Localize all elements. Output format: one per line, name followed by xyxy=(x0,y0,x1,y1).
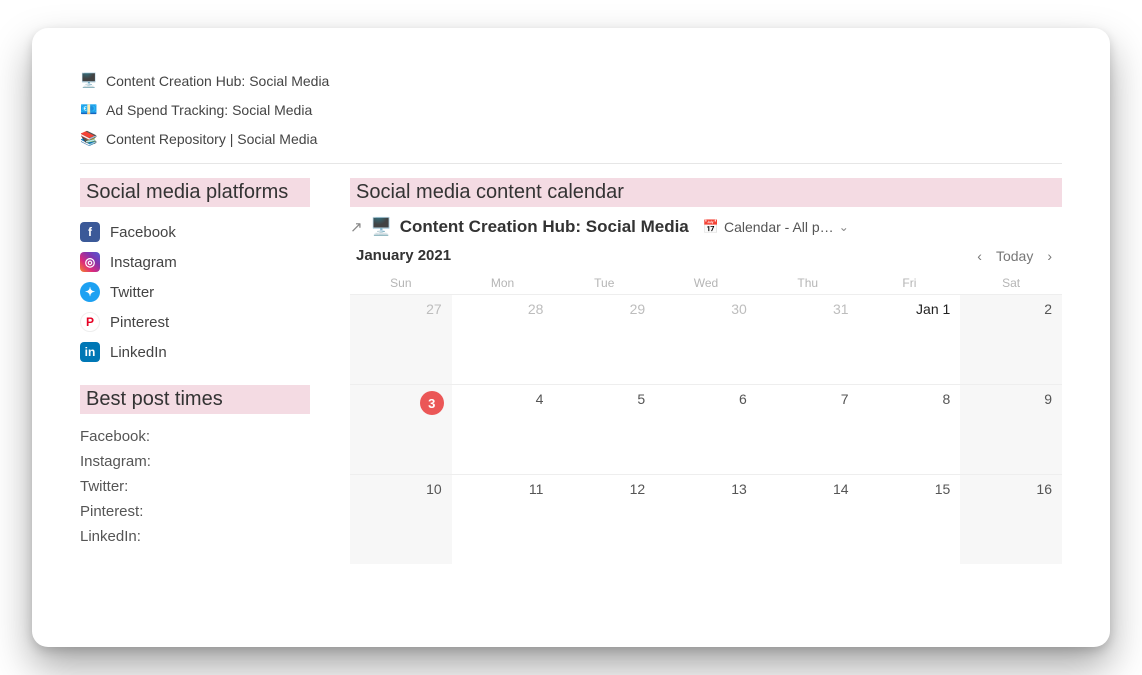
calendar-cell[interactable]: 6 xyxy=(655,384,757,474)
weekday-label: Mon xyxy=(452,272,554,294)
chevron-down-icon: ⌄ xyxy=(839,220,849,234)
platform-label: Facebook xyxy=(110,224,176,241)
divider xyxy=(80,163,1062,164)
instagram-icon: ◎ xyxy=(80,252,100,272)
best-time-item: Pinterest: xyxy=(80,499,310,524)
platform-label: LinkedIn xyxy=(110,344,167,361)
books-icon: 📚 xyxy=(80,130,98,147)
calendar-cell[interactable]: 31 xyxy=(757,294,859,384)
twitter-icon: ✦ xyxy=(80,282,100,302)
calendar-cell[interactable]: 3 xyxy=(350,384,452,474)
calendar-cell[interactable]: 28 xyxy=(452,294,554,384)
calendar-cell[interactable]: 16 xyxy=(960,474,1062,564)
linkedin-icon: in xyxy=(80,342,100,362)
calendar-nav: ‹ Today › xyxy=(977,248,1062,264)
best-times-heading: Best post times xyxy=(80,385,310,414)
today-marker: 3 xyxy=(420,391,444,415)
calendar-cell[interactable]: 8 xyxy=(859,384,961,474)
calendar-cell[interactable]: 30 xyxy=(655,294,757,384)
top-link-content-hub[interactable]: 🖥️ Content Creation Hub: Social Media xyxy=(80,66,1062,95)
calendar-cell[interactable]: 14 xyxy=(757,474,859,564)
money-icon: 💶 xyxy=(80,101,98,118)
next-month-button[interactable]: › xyxy=(1047,248,1052,264)
weekday-label: Sat xyxy=(960,272,1062,294)
platforms-heading: Social media platforms xyxy=(80,178,310,207)
facebook-icon: f xyxy=(80,222,100,242)
view-switcher[interactable]: 📅 Calendar - All p… ⌄ xyxy=(703,219,849,235)
best-time-item: LinkedIn: xyxy=(80,524,310,549)
best-time-item: Facebook: xyxy=(80,424,310,449)
top-links: 🖥️ Content Creation Hub: Social Media 💶 … xyxy=(80,66,1062,153)
today-button[interactable]: Today xyxy=(996,248,1033,264)
calendar-cell[interactable]: 5 xyxy=(553,384,655,474)
weekday-row: Sun Mon Tue Wed Thu Fri Sat xyxy=(350,272,1062,294)
view-label: Calendar - All p… xyxy=(724,219,834,235)
calendar-icon: 📅 xyxy=(703,219,719,235)
top-link-label: Content Repository | Social Media xyxy=(106,131,317,147)
weekday-label: Sun xyxy=(350,272,452,294)
weekday-label: Fri xyxy=(859,272,961,294)
best-time-item: Instagram: xyxy=(80,449,310,474)
breadcrumb-title[interactable]: Content Creation Hub: Social Media xyxy=(400,217,689,237)
platform-label: Instagram xyxy=(110,254,177,271)
calendar-grid: 2728293031Jan 12 3456789 10111213141516 xyxy=(350,294,1062,564)
platform-instagram[interactable]: ◎ Instagram xyxy=(80,247,310,277)
best-time-item: Twitter: xyxy=(80,474,310,499)
desktop-icon: 🖥️ xyxy=(80,72,98,89)
calendar-cell[interactable]: 15 xyxy=(859,474,961,564)
calendar-cell[interactable]: 7 xyxy=(757,384,859,474)
top-link-label: Content Creation Hub: Social Media xyxy=(106,73,329,89)
top-link-repository[interactable]: 📚 Content Repository | Social Media xyxy=(80,124,1062,153)
desktop-icon: 🖥️ xyxy=(371,217,392,237)
calendar-cell[interactable]: 13 xyxy=(655,474,757,564)
platform-label: Pinterest xyxy=(110,314,169,331)
calendar-cell[interactable]: 9 xyxy=(960,384,1062,474)
calendar-cell[interactable]: 4 xyxy=(452,384,554,474)
calendar-cell[interactable]: 27 xyxy=(350,294,452,384)
calendar-cell[interactable]: Jan 1 xyxy=(859,294,961,384)
open-icon[interactable]: ↗ xyxy=(350,218,363,236)
weekday-label: Thu xyxy=(757,272,859,294)
platform-pinterest[interactable]: P Pinterest xyxy=(80,307,310,337)
calendar-heading: Social media content calendar xyxy=(350,178,1062,207)
breadcrumb: ↗ 🖥️ Content Creation Hub: Social Media … xyxy=(350,217,1062,237)
platform-linkedin[interactable]: in LinkedIn xyxy=(80,337,310,367)
platform-twitter[interactable]: ✦ Twitter xyxy=(80,277,310,307)
calendar-cell[interactable]: 29 xyxy=(553,294,655,384)
weekday-label: Tue xyxy=(553,272,655,294)
platform-facebook[interactable]: f Facebook xyxy=(80,217,310,247)
pinterest-icon: P xyxy=(80,312,100,332)
main: Social media content calendar ↗ 🖥️ Conte… xyxy=(350,178,1062,564)
prev-month-button[interactable]: ‹ xyxy=(977,248,982,264)
platform-label: Twitter xyxy=(110,284,154,301)
sidebar: Social media platforms f Facebook ◎ Inst… xyxy=(80,178,310,564)
top-link-ad-spend[interactable]: 💶 Ad Spend Tracking: Social Media xyxy=(80,95,1062,124)
calendar-cell[interactable]: 12 xyxy=(553,474,655,564)
weekday-label: Wed xyxy=(655,272,757,294)
calendar-cell[interactable]: 2 xyxy=(960,294,1062,384)
calendar-cell[interactable]: 10 xyxy=(350,474,452,564)
top-link-label: Ad Spend Tracking: Social Media xyxy=(106,102,312,118)
calendar-cell[interactable]: 11 xyxy=(452,474,554,564)
best-times-list: Facebook: Instagram: Twitter: Pinterest:… xyxy=(80,424,310,549)
month-label: January 2021 xyxy=(350,247,451,264)
